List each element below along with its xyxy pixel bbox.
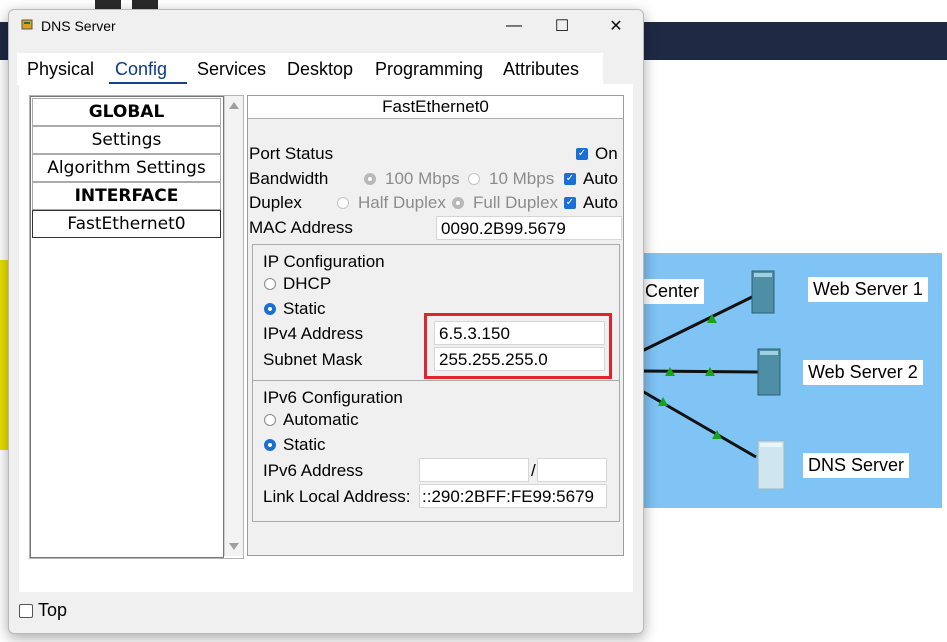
scroll-up-icon[interactable] [229,102,239,109]
ipv6-config-title: IPv6 Configuration [263,388,403,407]
sidebar-item-global[interactable]: GLOBAL [32,98,221,126]
dhcp-radio[interactable] [264,278,276,290]
scroll-down-icon[interactable] [229,543,239,550]
ipv4-static-radio[interactable] [264,303,276,315]
tab-attributes[interactable]: Attributes [493,53,603,85]
server-icon [757,348,781,396]
node-label-web-server-2[interactable]: Web Server 2 [803,360,923,385]
sidebar-list: GLOBAL Settings Algorithm Settings INTER… [30,96,224,558]
topology-canvas[interactable]: Center Web Server 1 Web Server 2 DNS Ser… [630,253,942,508]
config-sidebar: GLOBAL Settings Algorithm Settings INTER… [29,95,244,559]
bandwidth-10-radio[interactable] [468,173,480,185]
top-checkbox[interactable] [19,604,33,618]
link-dns [641,389,757,459]
ipv4-static-label: Static [283,299,326,318]
highlight-box [424,313,612,379]
half-duplex-radio[interactable] [337,197,349,209]
dhcp-label: DHCP [283,274,332,293]
sidebar-scrollbar[interactable] [224,96,243,556]
dns-server-window: DNS Server — ☐ ✕ Physical Config Service… [8,9,644,634]
server-icon [751,270,775,314]
tab-programming[interactable]: Programming [365,53,500,85]
ipv6-automatic-label: Automatic [283,410,359,429]
node-label-dns-server[interactable]: DNS Server [803,453,910,478]
ipv6-automatic-radio[interactable] [264,414,276,426]
bandwidth-label: Bandwidth [249,169,329,188]
full-duplex-label: Full Duplex [473,193,559,212]
interface-panel: FastEthernet0 Port Status ✓ On Bandwidth… [247,95,624,556]
interface-header: FastEthernet0 [248,96,623,119]
ipv6-static-label: Static [283,435,326,454]
tab-desktop[interactable]: Desktop [277,53,373,85]
close-button[interactable]: ✕ [593,10,639,42]
ipv6-config-group: IPv6 Configuration Automatic Static IPv6… [252,380,620,522]
ipv6-address-label: IPv6 Address [263,461,364,480]
full-duplex-radio[interactable] [452,197,464,209]
bandwidth-100-label: 100 Mbps [385,169,460,188]
subnet-mask-label: Subnet Mask [263,350,363,369]
duplex-label: Duplex [249,193,302,212]
window-title: DNS Server [41,18,116,34]
ipv6-address-field[interactable] [419,458,529,482]
tab-services[interactable]: Services [187,53,288,85]
app-icon [21,19,33,30]
link-local-label: Link Local Address: [263,487,411,506]
title-bar[interactable]: DNS Server — ☐ ✕ [9,10,643,42]
node-label-web-server-1[interactable]: Web Server 1 [808,277,928,302]
ipv6-prefix-field[interactable] [537,458,607,482]
ipv4-config-group: IP Configuration DHCP Static IPv4 Addres… [252,244,620,382]
link-web2 [641,369,759,374]
half-duplex-label: Half Duplex [358,193,446,212]
bandwidth-auto-label: Auto [583,169,618,188]
link-web1 [641,295,753,353]
port-status-label: Port Status [249,144,334,163]
ipv4-config-title: IP Configuration [263,252,385,271]
minimize-button[interactable]: — [491,10,537,42]
sidebar-item-fastethernet0[interactable]: FastEthernet0 [32,210,221,238]
background-highlight [0,260,8,450]
sidebar-item-algorithm-settings[interactable]: Algorithm Settings [32,154,221,182]
sidebar-item-interface[interactable]: INTERFACE [32,182,221,210]
link-local-field[interactable]: ::290:2BFF:FE99:5679 [419,484,607,508]
maximize-button[interactable]: ☐ [539,10,585,42]
mac-address-label: MAC Address [249,218,353,237]
node-label-center: Center [640,279,705,304]
ipv6-prefix-separator: / [531,461,536,480]
duplex-auto-label: Auto [583,193,618,212]
mac-address-field[interactable]: 0090.2B99.5679 [436,216,622,240]
bandwidth-auto-checkbox[interactable]: ✓ [564,173,576,185]
sidebar-item-settings[interactable]: Settings [32,126,221,154]
port-status-checkbox[interactable]: ✓ [576,148,588,160]
duplex-auto-checkbox[interactable]: ✓ [564,197,576,209]
ipv4-address-label: IPv4 Address [263,324,364,343]
bandwidth-100-radio[interactable] [364,173,376,185]
bandwidth-10-label: 10 Mbps [489,169,555,188]
top-label: Top [38,600,68,620]
ipv6-static-radio[interactable] [264,439,276,451]
config-content: GLOBAL Settings Algorithm Settings INTER… [19,84,633,592]
port-on-label: On [595,144,618,163]
server-icon [757,440,785,490]
